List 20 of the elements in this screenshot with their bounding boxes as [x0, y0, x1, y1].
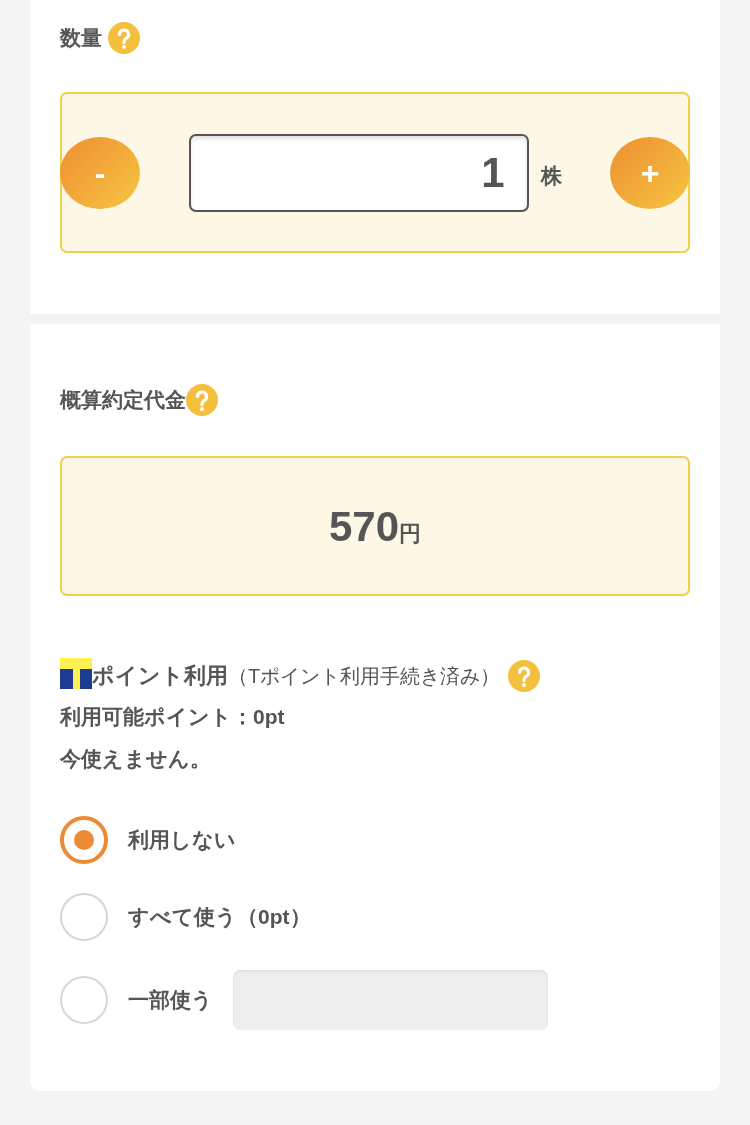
- option-label[interactable]: すべて使う（0pt）: [128, 903, 311, 931]
- t-logo-icon: [60, 657, 92, 689]
- unit-label: 株: [540, 162, 562, 189]
- option-label[interactable]: 利用しない: [128, 826, 236, 854]
- quantity-input[interactable]: 1: [188, 133, 529, 212]
- tpoint-title: ポイント利用: [92, 662, 228, 690]
- help-icon[interactable]: [108, 22, 140, 54]
- available-points-text: 利用可能ポイント：0pt: [60, 704, 286, 730]
- currency-label: 円: [399, 520, 422, 548]
- radio-button[interactable]: [60, 976, 108, 1024]
- quantity-label: 数量: [60, 25, 102, 51]
- estimate-label: 概算約定代金: [60, 387, 186, 413]
- radio-button[interactable]: [60, 816, 108, 864]
- option-label[interactable]: 一部使う: [128, 986, 213, 1014]
- help-icon[interactable]: [186, 384, 218, 416]
- help-icon[interactable]: [508, 660, 541, 692]
- radio-button[interactable]: [60, 893, 108, 941]
- tpoint-note: （Tポイント利用手続き済み）: [228, 663, 501, 689]
- amount-value: 570: [328, 502, 400, 552]
- status-message: 今使えません。: [60, 746, 212, 772]
